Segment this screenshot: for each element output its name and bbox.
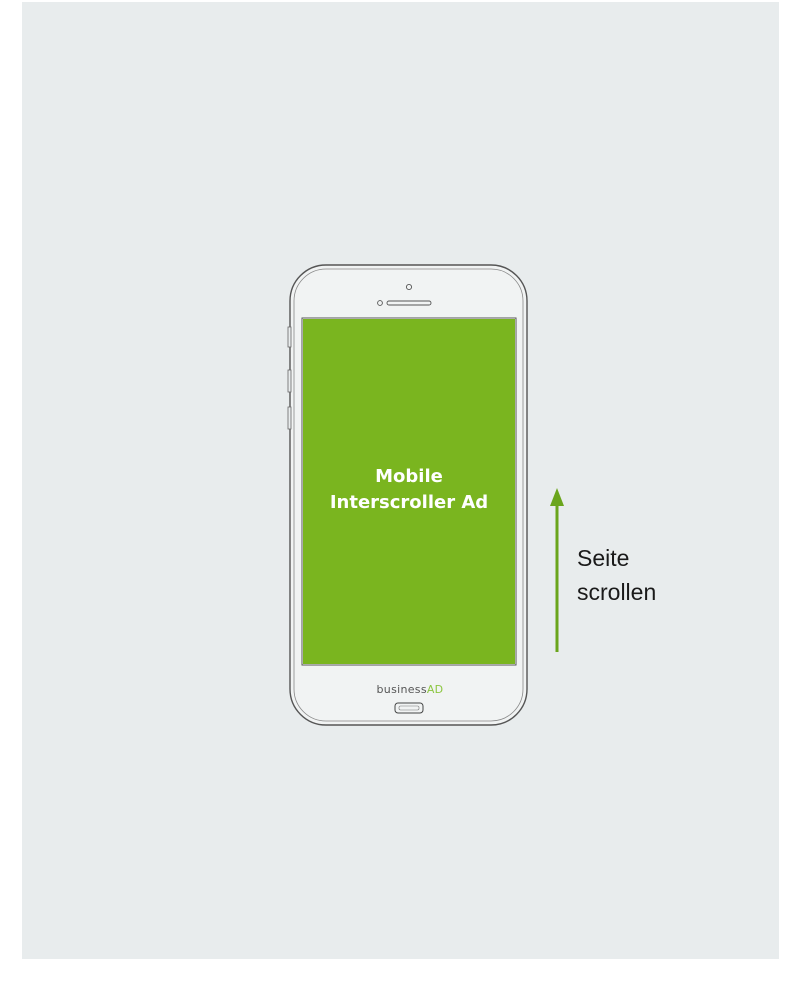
arrow-up-icon xyxy=(550,488,564,506)
ad-title-line1: Mobile xyxy=(375,466,443,487)
side-button-volume-up xyxy=(287,369,292,393)
scroll-instruction-line1: Seite xyxy=(577,545,630,571)
side-button-mute xyxy=(287,326,292,348)
scroll-instruction: Seite scrollen xyxy=(577,541,656,609)
brand-logo: businessAD xyxy=(340,683,480,696)
brand-prefix: business xyxy=(376,683,427,696)
brand-suffix: AD xyxy=(426,683,444,696)
ad-title: Mobile Interscroller Ad xyxy=(303,464,515,516)
side-button-volume-down xyxy=(287,406,292,430)
scroll-instruction-line2: scrollen xyxy=(577,579,657,605)
ad-title-line2: Interscroller Ad xyxy=(329,492,489,513)
